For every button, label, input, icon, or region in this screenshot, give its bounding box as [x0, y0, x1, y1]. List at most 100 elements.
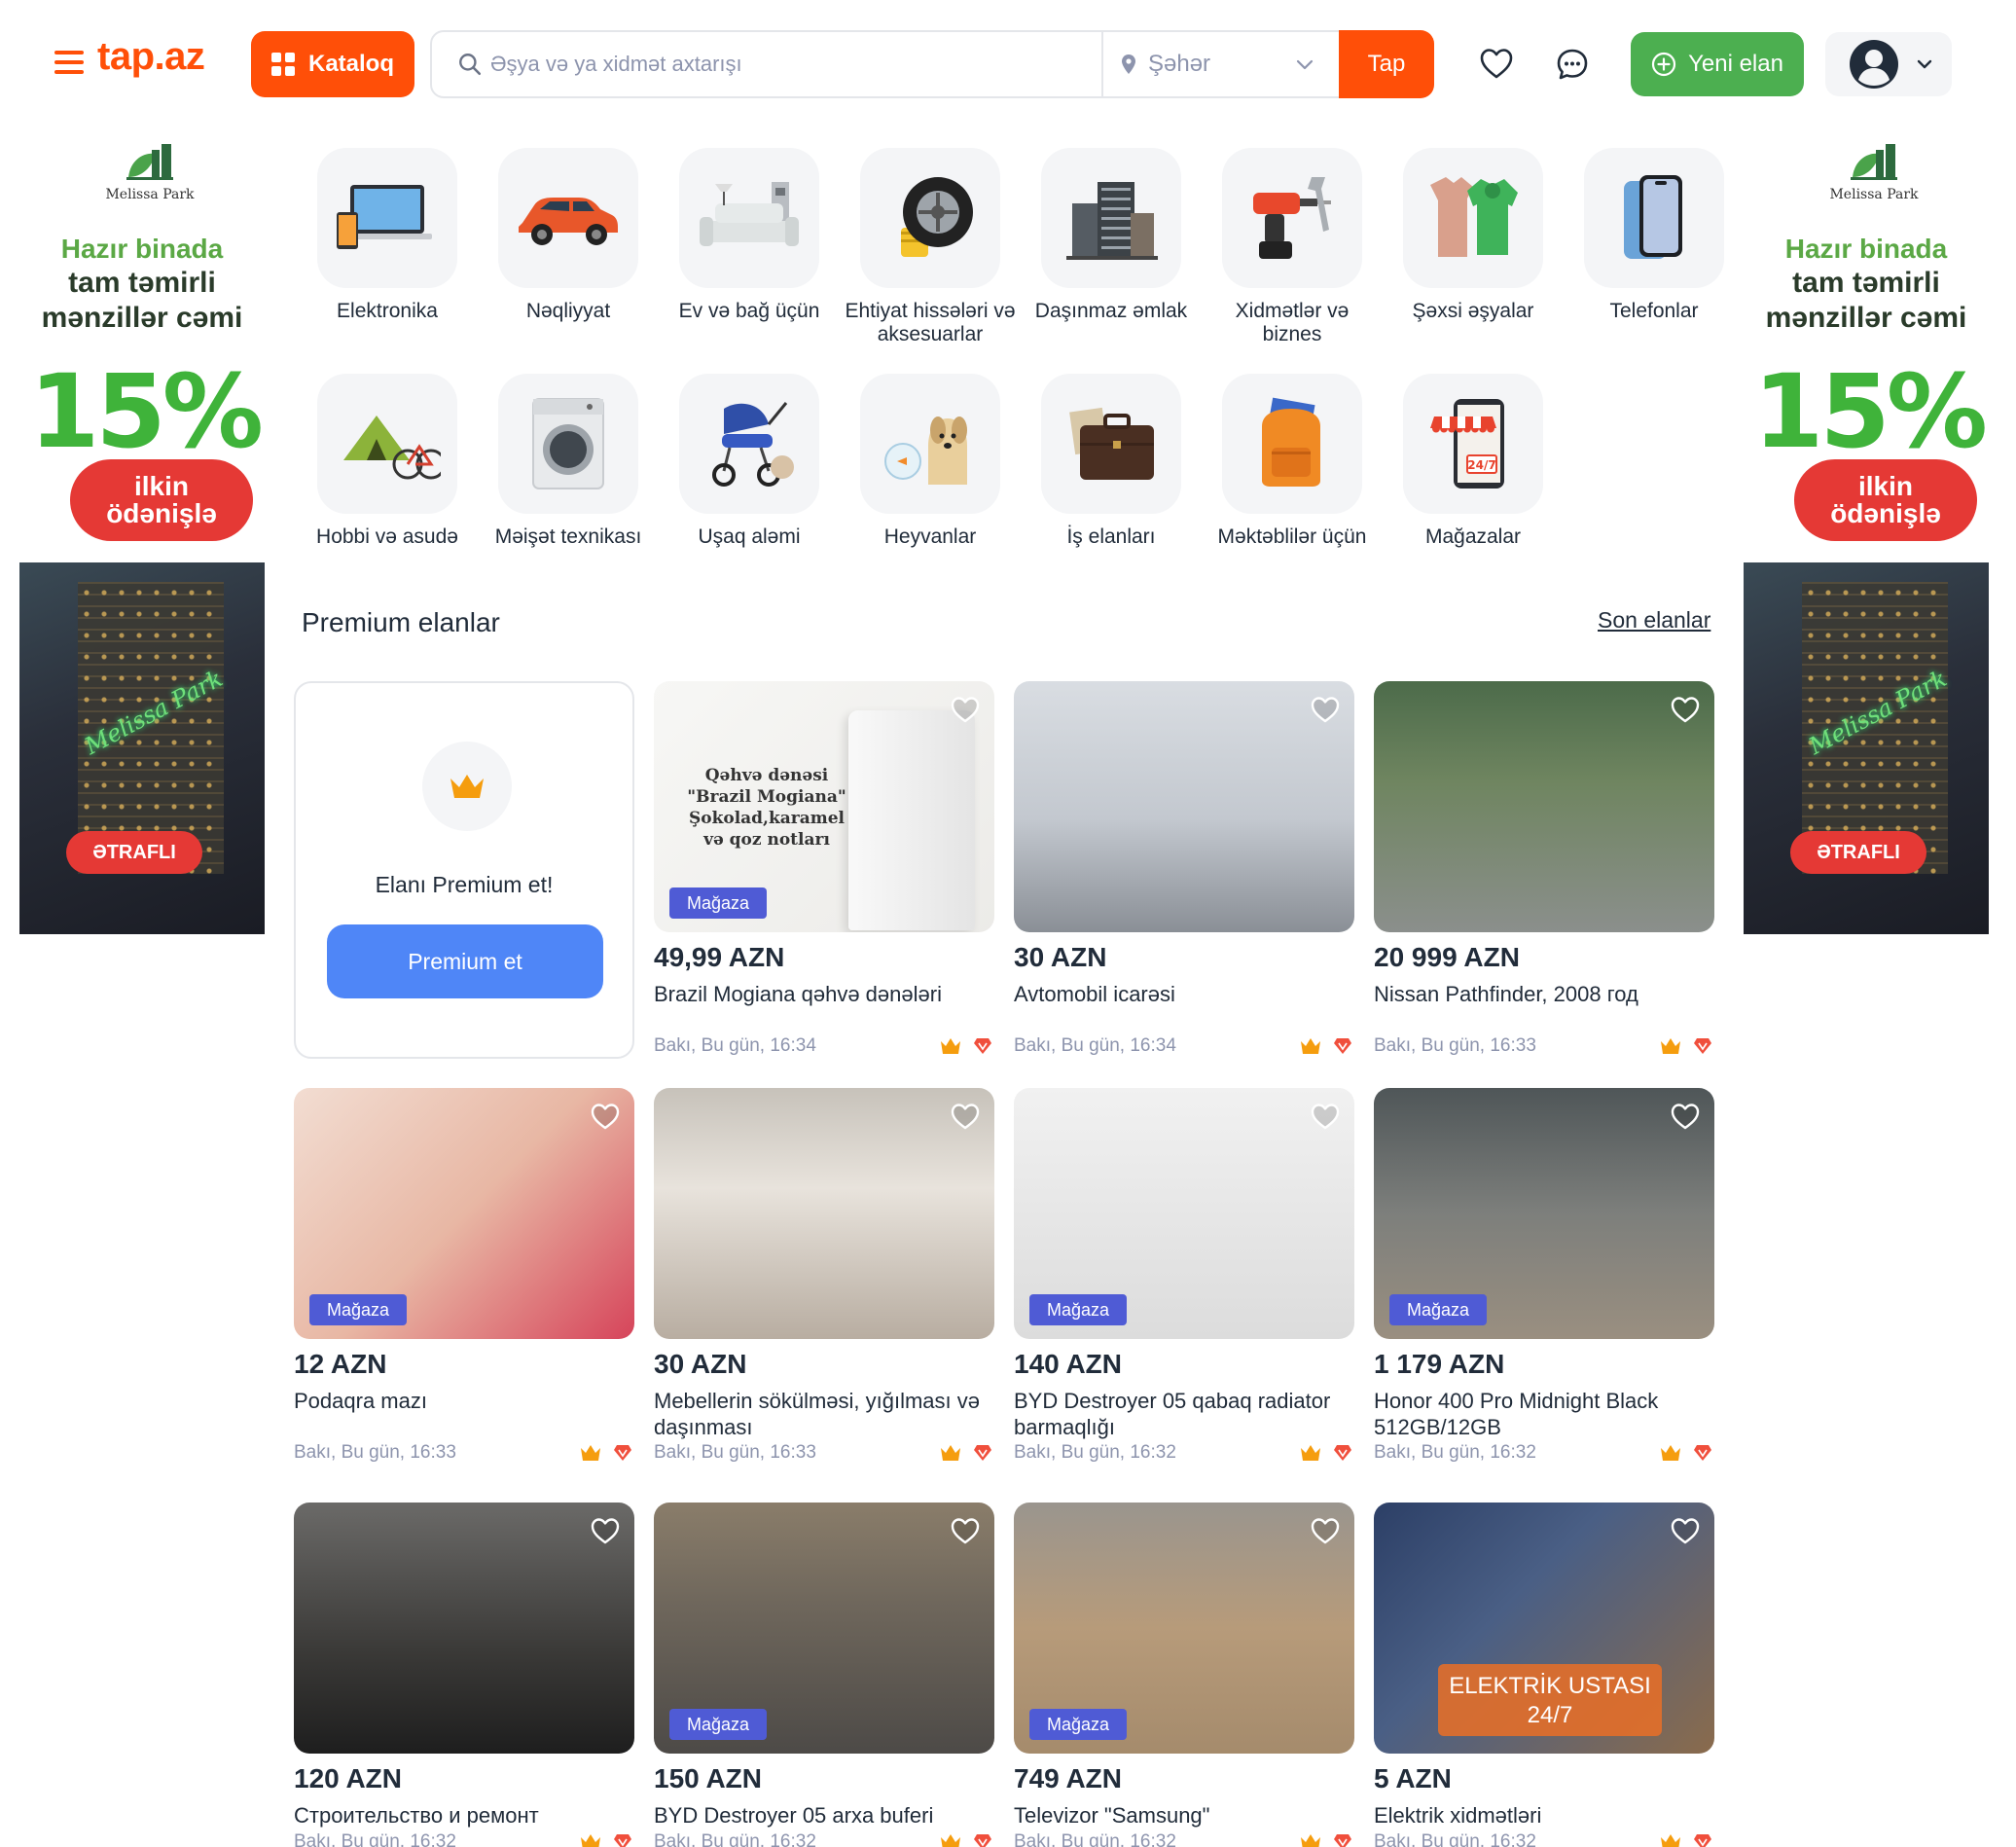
listing-promo-icons: [580, 1444, 632, 1462]
favorite-heart-icon[interactable]: [1670, 1102, 1701, 1131]
favorites-heart-icon[interactable]: [1479, 47, 1514, 80]
favorite-heart-icon[interactable]: [590, 1102, 621, 1131]
listing-location-time: Bakı, Bu gün, 16:32: [1374, 1831, 1536, 1847]
banner-ad-top: Melissa Park Hazır binada tam təmirli mə…: [19, 136, 284, 555]
melissa-park-logo: Melissa Park: [1825, 142, 1923, 216]
listing-promo-icons: [580, 1833, 632, 1847]
category-stroller[interactable]: Uşaq aləmi: [664, 374, 835, 549]
listing-photo[interactable]: Mağaza: [1014, 1088, 1354, 1339]
drill-icon: [1222, 148, 1362, 288]
favorite-heart-icon[interactable]: [1310, 695, 1341, 724]
listing-title[interactable]: Avtomobil icarəsi: [1014, 981, 1354, 1033]
listing-location-time: Bakı, Bu gün, 16:33: [294, 1442, 456, 1463]
listing-location-time: Bakı, Bu gün, 16:32: [1014, 1442, 1176, 1463]
photo-overlay-text: ELEKTRİK USTASI 24/7: [1438, 1664, 1662, 1736]
banner-more-button[interactable]: ƏTRAFLI: [1790, 831, 1926, 874]
listing-photo[interactable]: Mağaza: [294, 1088, 634, 1339]
latest-ads-link[interactable]: Son elanlar: [1598, 607, 1710, 634]
favorite-heart-icon[interactable]: [950, 1516, 981, 1545]
listing-card[interactable]: 120 AZN Строительство и ремонт Bakı, Bu gü…: [294, 1503, 634, 1847]
listing-photo[interactable]: Mağaza: [654, 1503, 994, 1754]
category-sofa[interactable]: Ev və bağ üçün: [664, 148, 835, 323]
washing-machine-icon: [498, 374, 638, 514]
category-phone[interactable]: Telefonlar: [1568, 148, 1740, 323]
category-label: Daşınmaz əmlak: [1034, 300, 1188, 322]
crown-icon: [1661, 1834, 1680, 1847]
category-backpack[interactable]: Məktəblilər üçün: [1206, 374, 1378, 549]
listing-photo[interactable]: Mağaza: [1374, 1088, 1714, 1339]
listing-card[interactable]: Mağaza 140 AZN BYD Destroyer 05 qabaq radi…: [1014, 1088, 1354, 1477]
search-button[interactable]: Tap: [1339, 30, 1434, 98]
city-select[interactable]: Şəhər: [1113, 32, 1335, 96]
favorite-heart-icon[interactable]: [950, 1102, 981, 1131]
listing-photo[interactable]: Mağaza: [1014, 1503, 1354, 1754]
listing-title[interactable]: Podaqra mazı: [294, 1388, 634, 1440]
listing-photo[interactable]: [654, 1088, 994, 1339]
side-banner-left[interactable]: Melissa Park Hazır binada tam təmirli mə…: [19, 136, 284, 934]
favorite-heart-icon[interactable]: [950, 695, 981, 724]
favorite-heart-icon[interactable]: [1310, 1516, 1341, 1545]
new-ad-button[interactable]: Yeni elan: [1631, 32, 1804, 96]
menu-icon[interactable]: [54, 51, 84, 74]
search-input[interactable]: [490, 46, 1133, 83]
favorite-heart-icon[interactable]: [1670, 695, 1701, 724]
messages-icon[interactable]: [1555, 47, 1590, 82]
category-drill[interactable]: Xidmətlər və biznes: [1206, 148, 1378, 346]
crown-icon: [581, 1834, 600, 1847]
listing-card[interactable]: Mağaza 12 AZN Podaqra mazı Bakı, Bu gün, 16…: [294, 1088, 634, 1477]
listing-title[interactable]: Mebellerin sökülməsi, yığılması və daşın…: [654, 1388, 994, 1440]
make-premium-button[interactable]: Premium et: [327, 924, 603, 998]
category-tent[interactable]: Hobbi və asudə: [302, 374, 473, 549]
listing-card[interactable]: ELEKTRİK USTASI 24/7 5 AZN Elektrik xidmət…: [1374, 1503, 1714, 1847]
plus-circle-icon: [1651, 52, 1676, 77]
category-label: Məişət texnikası: [494, 525, 642, 548]
listing-title[interactable]: BYD Destroyer 05 qabaq radiator barmaqlı…: [1014, 1388, 1354, 1440]
listing-card[interactable]: Mağaza 749 AZN Televizor "Samsung" Bakı, Bu…: [1014, 1503, 1354, 1847]
category-store[interactable]: 24/7 Mağazalar: [1387, 374, 1559, 549]
listing-promo-icons: [940, 1037, 992, 1055]
melissa-park-logo: Melissa Park: [101, 142, 198, 216]
listing-card[interactable]: 30 AZN Avtomobil icarəsi Bakı, Bu gün, 16:…: [1014, 681, 1354, 1059]
listing-photo[interactable]: [294, 1503, 634, 1754]
listing-card[interactable]: 20 999 AZN Nissan Pathfinder, 2008 год Bak…: [1374, 681, 1714, 1059]
catalog-button[interactable]: Kataloq: [251, 31, 414, 97]
svg-text:24/7: 24/7: [1467, 458, 1495, 472]
site-logo[interactable]: tap.az: [97, 35, 205, 79]
listing-photo[interactable]: ELEKTRİK USTASI 24/7: [1374, 1503, 1714, 1754]
listing-card[interactable]: Qəhvə dənəsi "Brazil Mogiana" Şokolad,ka…: [654, 681, 994, 1059]
banner-more-button[interactable]: ƏTRAFLI: [66, 831, 202, 874]
listing-photo[interactable]: Qəhvə dənəsi "Brazil Mogiana" Şokolad,ka…: [654, 681, 994, 932]
user-menu-button[interactable]: [1825, 32, 1952, 96]
category-dog[interactable]: Heyvanlar: [845, 374, 1016, 549]
category-laptop[interactable]: Elektronika: [302, 148, 473, 323]
laptop-icon: [317, 148, 457, 288]
banner-pill: ilkin ödənişlə: [70, 459, 253, 541]
listing-title[interactable]: Nissan Pathfinder, 2008 год: [1374, 981, 1714, 1033]
listing-location-time: Bakı, Bu gün, 16:32: [654, 1831, 816, 1847]
category-washing-machine[interactable]: Məişət texnikası: [483, 374, 654, 549]
listing-title[interactable]: Honor 400 Pro Midnight Black 512GB/12GB: [1374, 1388, 1714, 1440]
listing-card[interactable]: Mağaza 1 179 AZN Honor 400 Pro Midnight Bl…: [1374, 1088, 1714, 1477]
category-clothes[interactable]: Şəxsi əşyalar: [1387, 148, 1559, 323]
category-building[interactable]: Daşınmaz əmlak: [1026, 148, 1197, 323]
listing-promo-icons: [1300, 1037, 1352, 1055]
vip-diamond-icon: [614, 1834, 631, 1847]
sofa-icon: [679, 148, 819, 288]
store-badge: Mağaza: [1029, 1294, 1128, 1325]
side-banner-right[interactable]: Melissa Park Hazır binada tam təmirli mə…: [1744, 136, 2008, 934]
favorite-heart-icon[interactable]: [1310, 1102, 1341, 1131]
listing-card[interactable]: 30 AZN Mebellerin sökülməsi, yığılması və…: [654, 1088, 994, 1477]
category-car[interactable]: Nəqliyyat: [483, 148, 654, 323]
store-badge: Mağaza: [669, 887, 768, 919]
favorite-heart-icon[interactable]: [1670, 1516, 1701, 1545]
category-briefcase[interactable]: İş elanları: [1026, 374, 1197, 549]
listing-photo[interactable]: [1014, 681, 1354, 932]
phone-icon: [1584, 148, 1724, 288]
listing-card[interactable]: Mağaza 150 AZN BYD Destroyer 05 arxa bufer…: [654, 1503, 994, 1847]
favorite-heart-icon[interactable]: [590, 1516, 621, 1545]
listing-photo[interactable]: [1374, 681, 1714, 932]
search-divider: [1101, 32, 1103, 96]
vip-diamond-icon: [974, 1834, 991, 1847]
category-wheel[interactable]: Ehtiyat hissələri və aksesuarlar: [845, 148, 1016, 346]
listing-title[interactable]: Brazil Mogiana qəhvə dənələri: [654, 981, 994, 1033]
